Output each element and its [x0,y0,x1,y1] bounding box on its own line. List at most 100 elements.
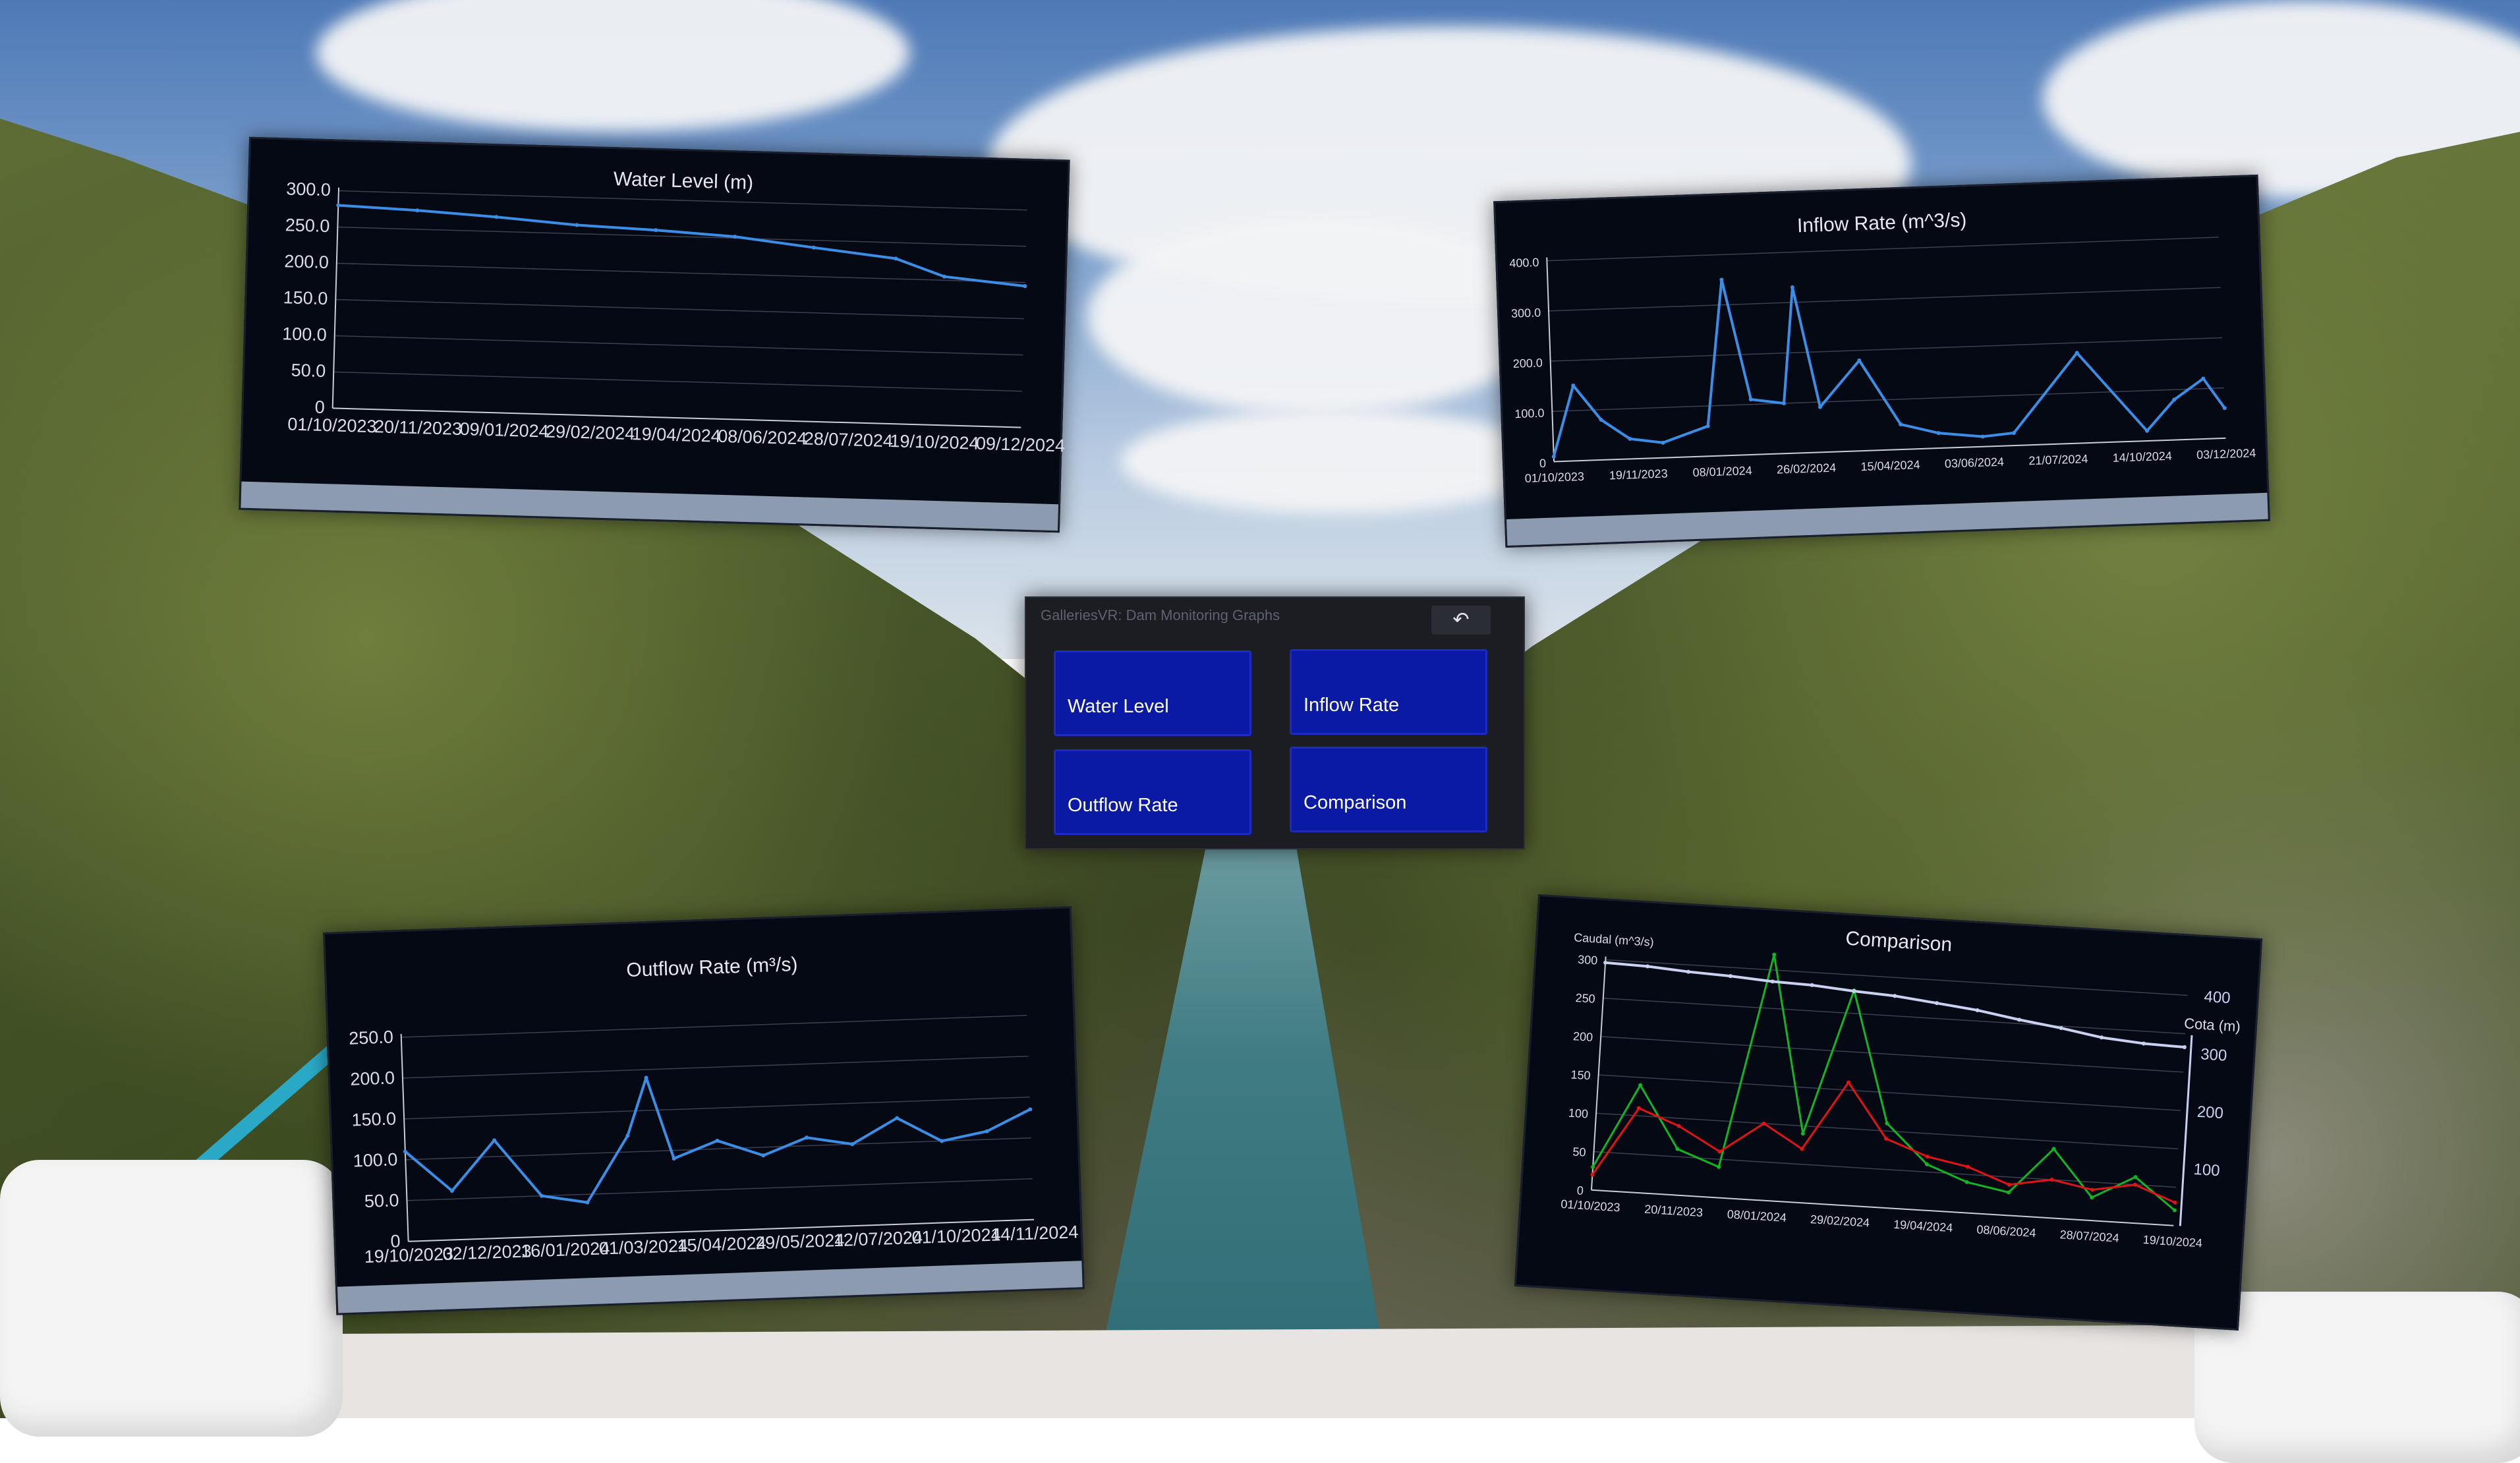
y-tick-label: 100.0 [1514,407,1545,421]
gridline [1549,287,2221,312]
gridline [1603,997,2186,1035]
x-tick-label: 20/11/2023 [1644,1203,1704,1219]
x-tick-label: 03/06/2024 [1945,455,2005,471]
x-tick-label: 03/12/2024 [2196,446,2256,461]
gridline [1601,1036,2183,1073]
x-tick-label: 28/07/2024 [803,428,893,451]
y-tick-label: 200.0 [1512,356,1543,370]
y-tick-label: 200.0 [284,251,329,272]
balcony-railing [264,1325,2306,1418]
gridline [402,1056,1029,1079]
x-tick-label: 08/01/2024 [1692,464,1752,479]
y-tick-label: 0 [314,397,325,417]
left-controller [0,1160,343,1437]
y-axis [1546,257,1555,462]
y-tick-label: 100.0 [353,1149,398,1170]
chart-title: Outflow Rate (m³/s) [626,954,798,981]
comparison-chart: Comparison 300 250 200 150 100 50 001/10/2023 20… [1561,928,2241,1250]
gridline [335,299,1024,320]
x-tick-label: 16/01/2024 [521,1238,610,1261]
x-tick-label: 20/11/2023 [374,416,463,439]
x-tick-label: 28/07/2024 [2059,1228,2119,1244]
y-tick-label: 300 [1578,953,1598,967]
y-tick-label: 50 [1572,1145,1586,1159]
gridline [1596,1112,2179,1150]
x-tick-label: 19/04/2024 [631,424,721,446]
data-point [2049,1178,2054,1182]
y-tick-label: 50.0 [291,360,326,381]
gridline [1598,1074,2181,1111]
x-tick-label: 01/10/2023 [1561,1197,1620,1214]
gridline [404,1096,1030,1120]
x-tick-label: 19/04/2024 [1893,1218,1953,1234]
gridline [334,335,1023,356]
x-tick-label: 14/11/2024 [990,1222,1079,1245]
x-tick-label: 01/03/2024 [598,1236,688,1259]
water-level-graph-panel: Water Level (m) 300.0 250.0 200.0 150.0 100.0… [239,136,1070,533]
inflow-rate-button[interactable]: Inflow Rate [1290,649,1487,735]
chart-title: Inflow Rate (m^3/s) [1796,209,1966,237]
gridline [337,226,1026,247]
outflow-rate-chart: Outflow Rate (m³/s) 250.0 200.0 150.0 100.0 5… [349,954,1079,1267]
x-tick-label: 15/04/2024 [1860,458,1920,473]
outflow-rate-button-label: Outflow Rate [1068,795,1178,816]
x-tick-label: 26/02/2024 [1777,461,1837,476]
y-tick-label: 150.0 [283,287,328,308]
y-axis [400,1033,409,1242]
x-tick-label: 01/10/2024 [911,1224,1001,1248]
y-tick-label: 150 [1570,1068,1591,1082]
menu-title: GalleriesVR: Dam Monitoring Graphs [1041,607,1280,623]
x-tick-label: 29/02/2024 [1810,1213,1870,1229]
x-tick-label: 21/07/2024 [2028,452,2088,467]
water-level-button[interactable]: Water Level [1054,650,1251,736]
cloud [1120,409,1549,514]
water-level-button-label: Water Level [1068,696,1169,717]
y-tick-label: 250 [1575,991,1595,1006]
level-series-line [1605,961,2185,1049]
y-tick-label: 400.0 [1509,256,1539,270]
x-tick-label: 01/10/2023 [287,415,377,437]
y-axis [331,187,340,409]
x-tick-label: 09/12/2024 [976,434,1066,456]
series-line [338,204,1025,288]
x-tick-label: 19/10/2024 [2142,1233,2202,1249]
inflow-rate-chart: Inflow Rate (m^3/s) 400.0 300.0 200.0 100.0 0… [1509,209,2256,485]
y2-axis-label: Cota (m) [2184,1015,2241,1035]
inflow-rate-graph-panel: Inflow Rate (m^3/s) 400.0 300.0 200.0 100.0 0… [1493,174,2270,548]
chart-title: Water Level (m) [613,168,753,194]
data-point [1772,952,1777,957]
y2-tick-label: 100 [2193,1161,2221,1180]
x-tick-label: 19/11/2023 [1609,467,1668,482]
x-tick-label: 12/07/2024 [833,1228,923,1251]
y-tick-label: 150.0 [351,1108,397,1130]
x-tick-label: 08/06/2024 [1976,1223,2036,1240]
y-tick-label: 0 [1539,457,1547,470]
comparison-graph-panel: Comparison 300 250 200 150 100 50 0 01/10/2023 20… [1514,894,2263,1331]
back-button[interactable]: ↶ [1431,606,1491,635]
gridline [407,1178,1033,1201]
outflow-rate-graph-panel: Outflow Rate (m³/s) 250.0 200.0 150.0 100.0 5… [323,906,1085,1315]
x-tick-label: 09/01/2024 [459,419,549,442]
gridline [333,371,1022,392]
comparison-button[interactable]: Comparison [1290,747,1487,832]
data-point [336,203,341,208]
y2-axis [2179,1035,2193,1226]
x-tick-label: 19/10/2024 [890,431,979,453]
y-tick-label: 50.0 [364,1190,399,1211]
y-tick-label: 300.0 [1511,306,1541,320]
chart-title: Comparison [1845,928,1953,956]
y-tick-label: 200.0 [350,1068,395,1089]
x-tick-label: 08/01/2024 [1727,1207,1787,1224]
y-axis-label: Caudal (m^3/s) [1574,931,1654,948]
y-tick-label: 300.0 [286,179,331,200]
outflow-rate-button[interactable]: Outflow Rate [1054,749,1251,835]
gridline [1593,1151,2176,1188]
y-tick-label: 100.0 [282,324,327,345]
graph-menu-panel: GalleriesVR: Dam Monitoring Graphs ↶ Wat… [1025,596,1525,849]
x-tick-label: 01/10/2023 [1524,470,1584,485]
y2-tick-label: 400 [2204,988,2231,1007]
gridline [1605,959,2188,996]
y2-tick-label: 200 [2196,1103,2224,1122]
x-tick-label: 02/12/2023 [442,1241,532,1264]
x-tick-label: 15/04/2024 [677,1233,766,1256]
